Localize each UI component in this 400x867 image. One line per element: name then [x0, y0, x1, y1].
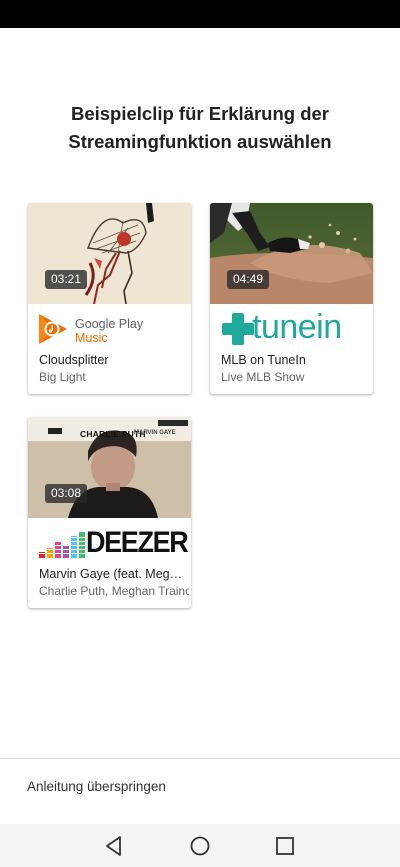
deezer-equalizer-icon: [39, 532, 85, 558]
clip-artist: Charlie Puth, Meghan Trainor: [39, 584, 189, 598]
deezer-logo: DEEZER: [28, 518, 191, 565]
clip-artist: Big Light: [39, 370, 86, 384]
page-title-line-1: Beispielclip für Erklärung der: [70, 103, 330, 124]
recents-icon[interactable]: [271, 832, 299, 860]
clip-card-mlb-tunein[interactable]: 04:49 tunein MLB on TuneIn Live MLB Show: [210, 203, 373, 394]
tunein-wordmark: tunein: [252, 308, 342, 346]
clip-duration: 04:49: [227, 270, 270, 289]
skip-tutorial-button[interactable]: Anleitung überspringen: [27, 779, 166, 794]
deezer-wordmark: DEEZER: [86, 526, 189, 559]
clip-thumbnail: 03:21: [28, 203, 191, 304]
clip-title: MLB on TuneIn: [221, 353, 306, 367]
clip-duration: 03:21: [45, 270, 88, 289]
clip-artist: Live MLB Show: [221, 370, 305, 384]
navigation-bar: [0, 824, 400, 867]
back-icon[interactable]: [100, 832, 128, 860]
clip-thumbnail: 04:49: [210, 203, 373, 304]
music-label: Music: [75, 331, 108, 345]
clip-title: Cloudsplitter: [39, 353, 109, 367]
page-title-line-2: Streamingfunktion auswählen: [68, 131, 332, 152]
clip-duration: 03:08: [45, 484, 88, 503]
cover-track-text: MARVIN GAYE: [134, 430, 176, 436]
google-play-label: Google Play: [75, 317, 144, 331]
clip-title: Marvin Gaye (feat. Megha…: [39, 567, 187, 581]
clip-card-cloudsplitter[interactable]: 03:21 Google Play Music Cloudsplitter Bi…: [28, 203, 191, 394]
google-play-music-logo: Google Play Music: [28, 304, 191, 351]
tunein-plus-icon: [222, 313, 254, 345]
home-icon[interactable]: [186, 832, 214, 860]
clip-thumbnail: CHARLIE PUTH MARVIN GAYE 03:08: [28, 417, 191, 518]
status-bar: [0, 0, 400, 28]
tunein-logo: tunein: [210, 304, 373, 351]
page-title: Beispielclip für Erklärung der Streaming…: [0, 100, 400, 156]
footer-divider: [0, 758, 400, 759]
clip-card-marvin-gaye[interactable]: CHARLIE PUTH MARVIN GAYE 03:08 DEEZER Ma…: [28, 417, 191, 608]
